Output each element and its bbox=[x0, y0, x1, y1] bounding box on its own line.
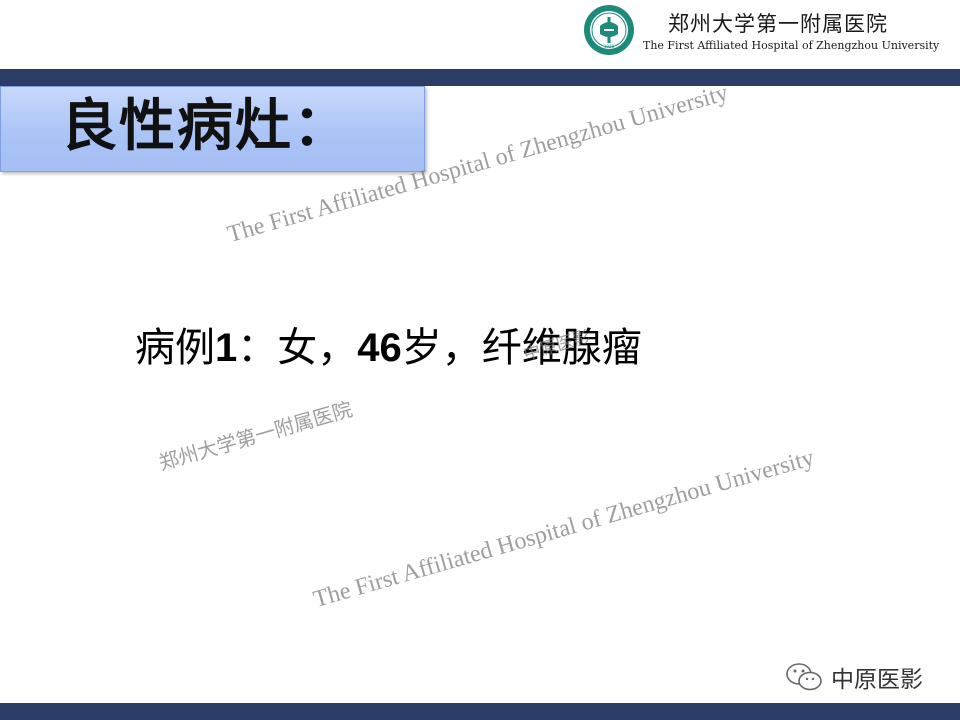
case-gender: ：女， bbox=[237, 325, 358, 371]
case-prefix: 病例 bbox=[135, 325, 215, 371]
watermark-chinese: 郑州大学第一附属医院 bbox=[156, 396, 355, 476]
source-badge: 中原医影 bbox=[785, 660, 923, 694]
hospital-name-cn: 郑州大学第一附属医院 bbox=[668, 12, 888, 36]
slide-title: 良性病灶： bbox=[61, 94, 351, 159]
case-age: 46 bbox=[357, 326, 402, 370]
case-age-unit: 岁， bbox=[401, 325, 482, 371]
title-box: 良性病灶： bbox=[0, 86, 425, 172]
slide-header: 1928 郑州大学第一附属医院 The First Affiliated Hos… bbox=[0, 0, 960, 68]
hospital-name-en: The First Affiliated Hospital of Zhengzh… bbox=[643, 39, 940, 52]
case-number: 1 bbox=[215, 326, 238, 370]
footer-bar bbox=[0, 703, 960, 720]
hospital-seal-logo: 1928 bbox=[584, 5, 634, 55]
watermark-english: The First Affiliated Hospital of Zhengzh… bbox=[310, 444, 818, 614]
svg-text:1928: 1928 bbox=[604, 44, 615, 49]
wechat-icon bbox=[786, 663, 822, 691]
badge-text: 中原医影 bbox=[831, 667, 923, 693]
header-bar bbox=[0, 69, 960, 86]
